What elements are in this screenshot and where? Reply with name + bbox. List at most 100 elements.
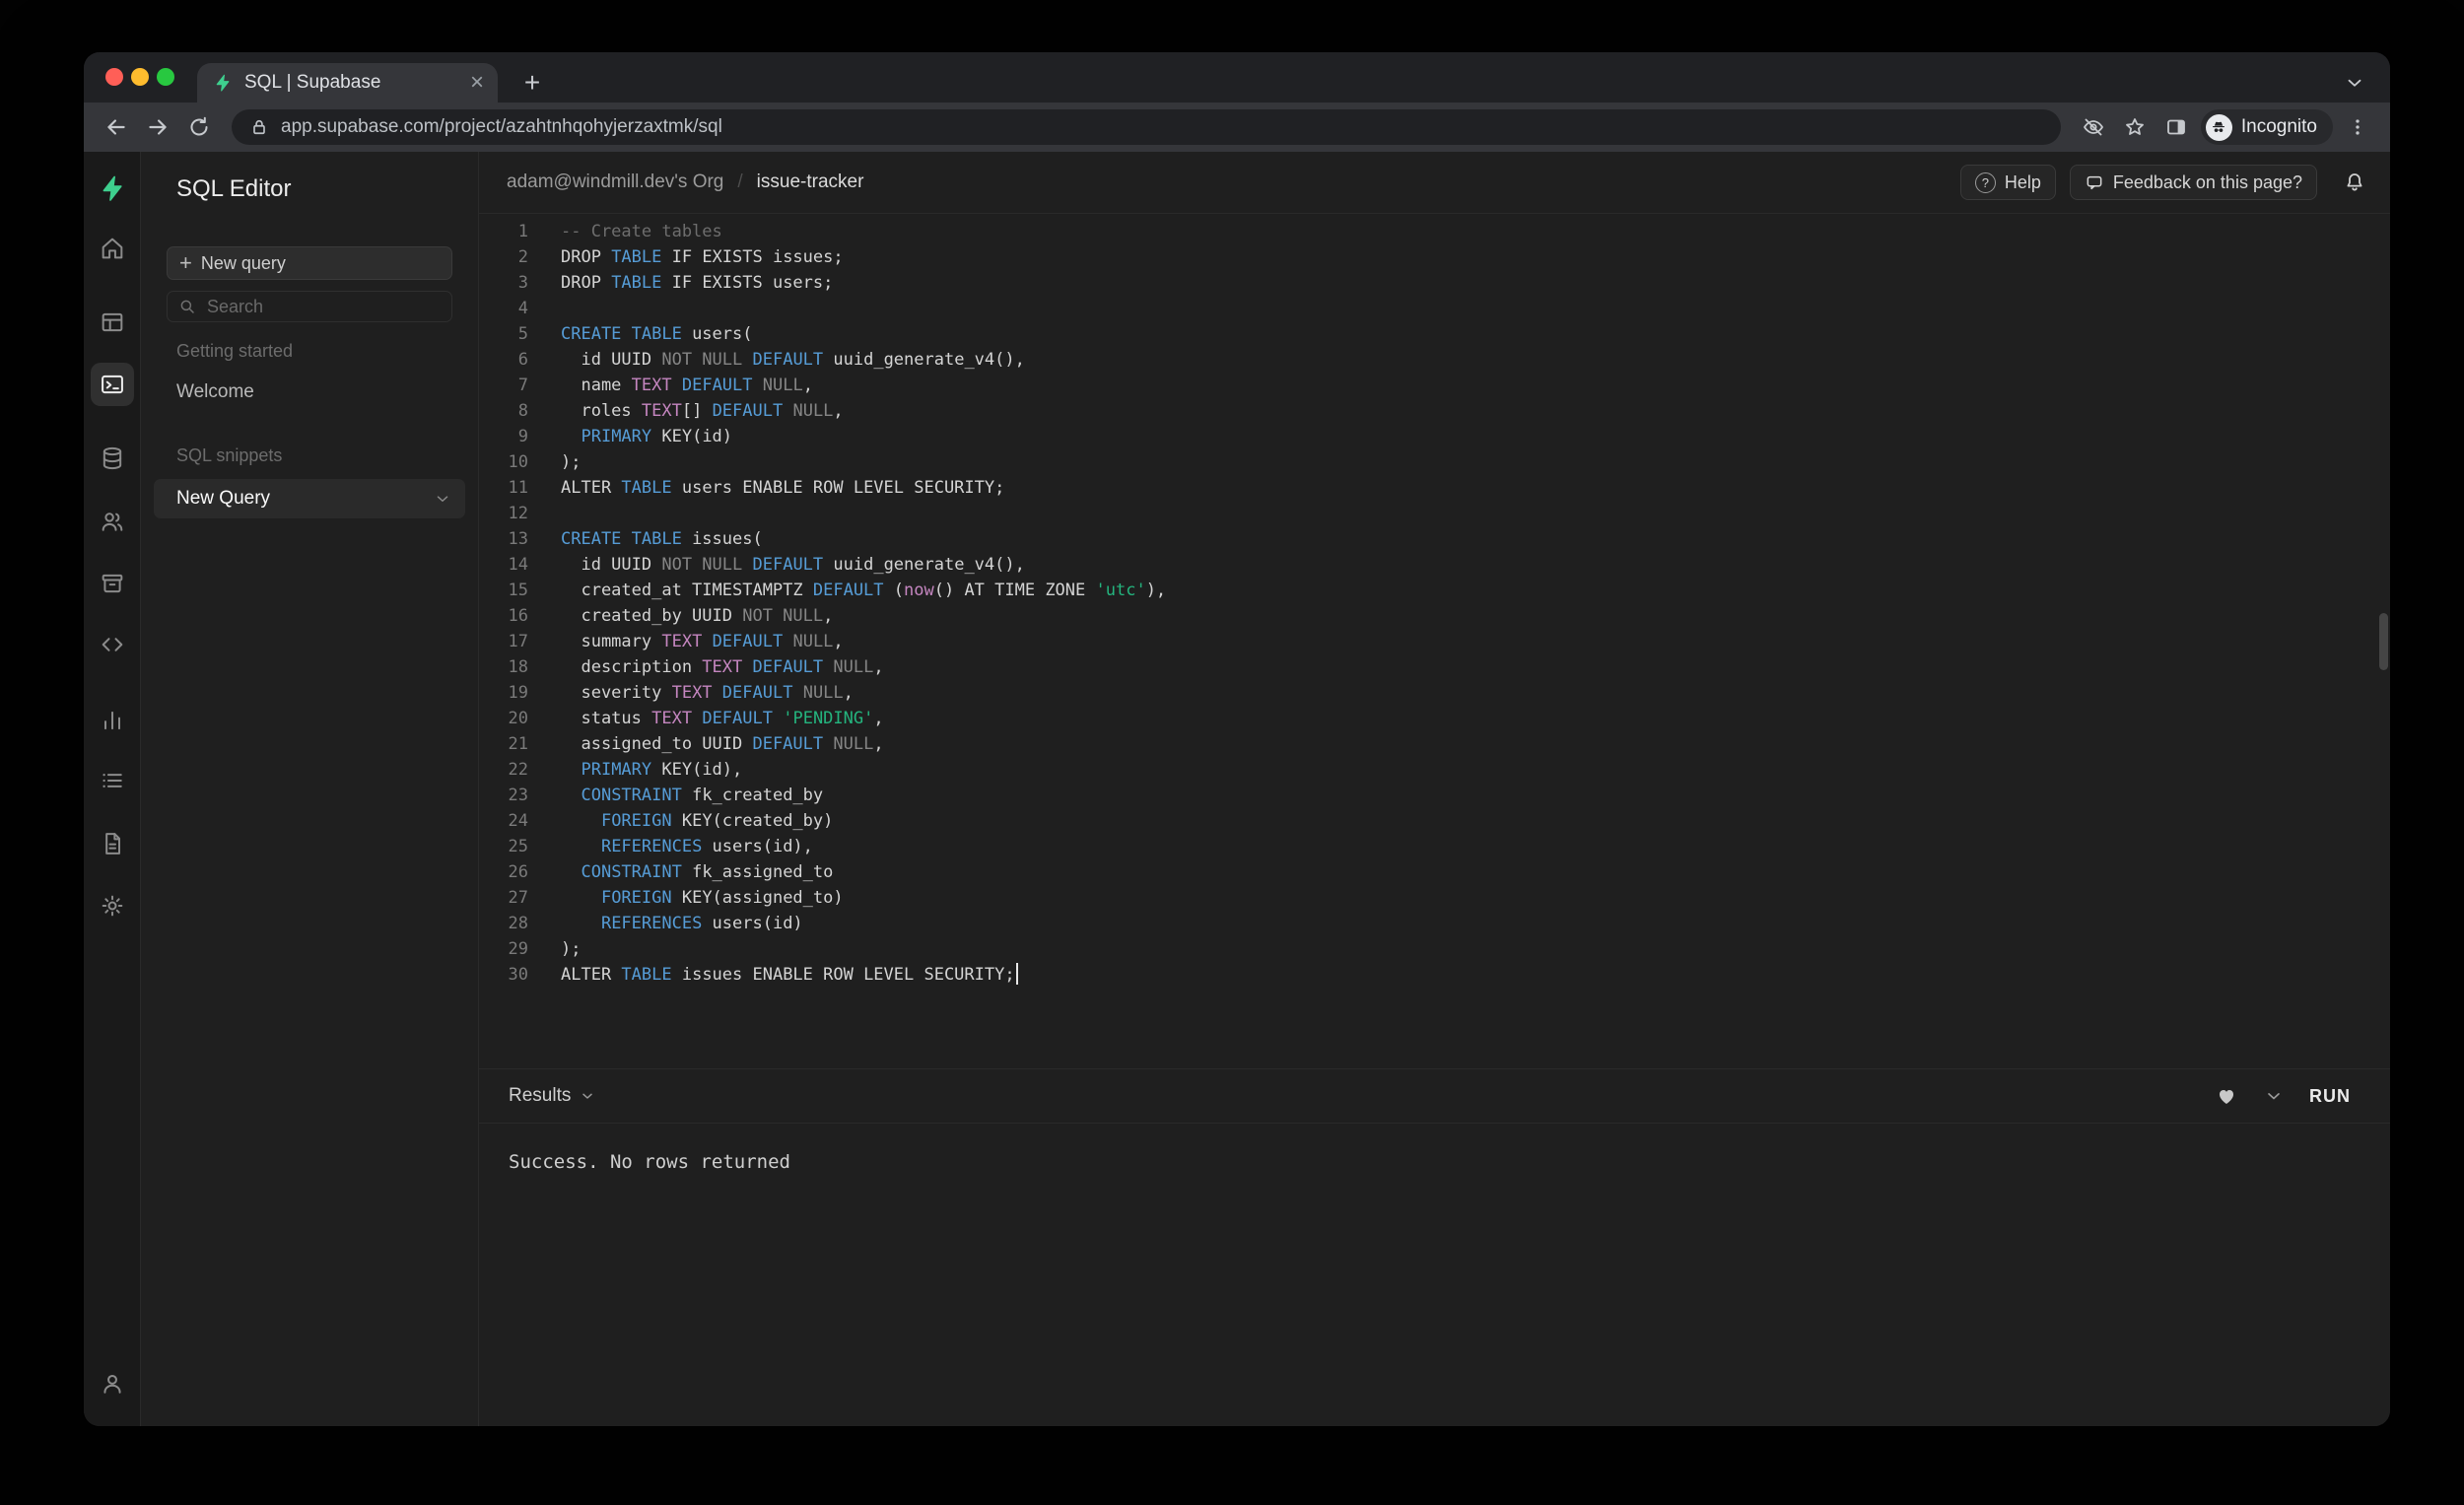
zoom-window-button[interactable] (157, 68, 174, 86)
address-bar[interactable]: app.supabase.com/project/azahtnhqohyjerz… (232, 109, 2061, 145)
browser-window: SQL | Supabase × + app.supabase.com/proj… (84, 52, 2390, 1426)
code-line[interactable]: 9 PRIMARY KEY(id) (479, 424, 2390, 449)
code-line[interactable]: 16 created_by UUID NOT NULL, (479, 603, 2390, 629)
code-text: id UUID NOT NULL DEFAULT uuid_generate_v… (561, 552, 1025, 578)
help-icon: ? (1975, 172, 1996, 193)
table-editor-icon[interactable] (91, 301, 134, 344)
code-line[interactable]: 20 status TEXT DEFAULT 'PENDING', (479, 706, 2390, 731)
code-line[interactable]: 3DROP TABLE IF EXISTS users; (479, 270, 2390, 296)
forward-icon[interactable] (141, 110, 174, 144)
run-button[interactable]: RUN (2309, 1086, 2351, 1107)
code-line[interactable]: 4 (479, 296, 2390, 321)
sidebar-item-new-query[interactable]: New Query (154, 479, 465, 518)
code-line[interactable]: 27 FOREIGN KEY(assigned_to) (479, 885, 2390, 911)
code-line[interactable]: 21 assigned_to UUID DEFAULT NULL, (479, 731, 2390, 757)
new-query-label: New query (201, 253, 286, 274)
sql-editor-icon[interactable] (91, 363, 134, 406)
line-number: 11 (479, 475, 528, 501)
logs-list-icon[interactable] (91, 759, 134, 802)
lock-icon[interactable] (249, 117, 269, 137)
search-input[interactable] (205, 296, 441, 318)
favorite-heart-icon[interactable] (2215, 1084, 2238, 1108)
line-number: 26 (479, 859, 528, 885)
database-icon[interactable] (91, 437, 134, 480)
chevron-down-icon[interactable] (434, 490, 451, 508)
code-line[interactable]: 24 FOREIGN KEY(created_by) (479, 808, 2390, 834)
new-query-item-label: New Query (176, 488, 270, 510)
code-line[interactable]: 12 (479, 501, 2390, 526)
supabase-logo-icon[interactable] (91, 167, 134, 210)
browser-tab[interactable]: SQL | Supabase × (197, 63, 498, 103)
notifications-bell-icon[interactable] (2343, 171, 2366, 194)
code-line[interactable]: 30ALTER TABLE issues ENABLE ROW LEVEL SE… (479, 962, 2390, 988)
eye-off-icon[interactable] (2077, 110, 2110, 144)
back-icon[interactable] (100, 110, 133, 144)
code-line[interactable]: 11 ALTER TABLE users ENABLE ROW LEVEL SEC… (479, 475, 2390, 501)
functions-icon[interactable] (91, 623, 134, 666)
account-person-icon[interactable] (91, 1362, 134, 1405)
code-line[interactable]: 23 CONSTRAINT fk_created_by (479, 783, 2390, 808)
run-options-chevron-icon[interactable] (2264, 1086, 2284, 1106)
sidebar-search[interactable] (167, 291, 452, 322)
code-line[interactable]: 2DROP TABLE IF EXISTS issues; (479, 244, 2390, 270)
code-line[interactable]: 15 created_at TIMESTAMPTZ DEFAULT (now()… (479, 578, 2390, 603)
reports-chart-icon[interactable] (91, 699, 134, 742)
code-line[interactable]: 7 name TEXT DEFAULT NULL, (479, 373, 2390, 398)
tab-close-icon[interactable]: × (470, 71, 484, 95)
api-docs-icon[interactable] (91, 822, 134, 865)
code-line[interactable]: 28 REFERENCES users(id) (479, 911, 2390, 936)
scrollbar-thumb[interactable] (2379, 613, 2388, 670)
line-number: 15 (479, 578, 528, 603)
code-line[interactable]: 26 CONSTRAINT fk_assigned_to (479, 859, 2390, 885)
code-line[interactable]: 8 roles TEXT[] DEFAULT NULL, (479, 398, 2390, 424)
code-line[interactable]: 29); (479, 936, 2390, 962)
incognito-profile-chip[interactable]: Incognito (2201, 109, 2333, 145)
code-text: -- Create tables (561, 219, 722, 244)
close-window-button[interactable] (105, 68, 123, 86)
reload-icon[interactable] (182, 110, 216, 144)
storage-icon[interactable] (91, 562, 134, 605)
code-text: name TEXT DEFAULT NULL, (561, 373, 813, 398)
code-text: created_by UUID NOT NULL, (561, 603, 833, 629)
tab-search-chevron-icon[interactable] (2339, 67, 2370, 99)
code-line[interactable]: 5CREATE TABLE users( (479, 321, 2390, 347)
new-tab-button[interactable]: + (516, 67, 548, 99)
line-number: 9 (479, 424, 528, 449)
code-line[interactable]: 14 id UUID NOT NULL DEFAULT uuid_generat… (479, 552, 2390, 578)
code-text: ALTER TABLE users ENABLE ROW LEVEL SECUR… (561, 475, 1004, 501)
code-line[interactable]: 10); (479, 449, 2390, 475)
code-text: PRIMARY KEY(id), (561, 757, 742, 783)
feedback-button[interactable]: Feedback on this page? (2070, 165, 2317, 200)
kebab-menu-icon[interactable] (2341, 110, 2374, 144)
line-number: 23 (479, 783, 528, 808)
minimize-window-button[interactable] (131, 68, 149, 86)
tab-title: SQL | Supabase (244, 72, 462, 94)
new-query-button[interactable]: + New query (167, 246, 452, 280)
code-line[interactable]: 19 severity TEXT DEFAULT NULL, (479, 680, 2390, 706)
search-icon (178, 298, 196, 315)
code-line[interactable]: 25 REFERENCES users(id), (479, 834, 2390, 859)
breadcrumb-project[interactable]: issue-tracker (757, 171, 864, 193)
sidebar-title: SQL Editor (176, 175, 292, 203)
code-text: severity TEXT DEFAULT NULL, (561, 680, 854, 706)
auth-users-icon[interactable] (91, 500, 134, 543)
sidebar-item-welcome[interactable]: Welcome (176, 381, 254, 403)
code-line[interactable]: 22 PRIMARY KEY(id), (479, 757, 2390, 783)
code-line[interactable]: 1-- Create tables (479, 219, 2390, 244)
code-text: REFERENCES users(id) (561, 911, 803, 936)
line-number: 17 (479, 629, 528, 654)
breadcrumb-org[interactable]: adam@windmill.dev's Org (507, 171, 723, 193)
side-panel-icon[interactable] (2159, 110, 2193, 144)
code-line[interactable]: 13CREATE TABLE issues( (479, 526, 2390, 552)
sql-editor-code-area[interactable]: 1-- Create tables2DROP TABLE IF EXISTS i… (479, 214, 2390, 1068)
code-line[interactable]: 6 id UUID NOT NULL DEFAULT uuid_generate… (479, 347, 2390, 373)
home-icon[interactable] (91, 227, 134, 270)
code-line[interactable]: 17 summary TEXT DEFAULT NULL, (479, 629, 2390, 654)
settings-gear-icon[interactable] (91, 884, 134, 927)
code-line[interactable]: 18 description TEXT DEFAULT NULL, (479, 654, 2390, 680)
line-number: 14 (479, 552, 528, 578)
help-button[interactable]: ? Help (1960, 165, 2056, 200)
bookmark-star-icon[interactable] (2118, 110, 2152, 144)
results-dropdown[interactable]: Results (509, 1085, 595, 1107)
code-text: CREATE TABLE users( (561, 321, 752, 347)
